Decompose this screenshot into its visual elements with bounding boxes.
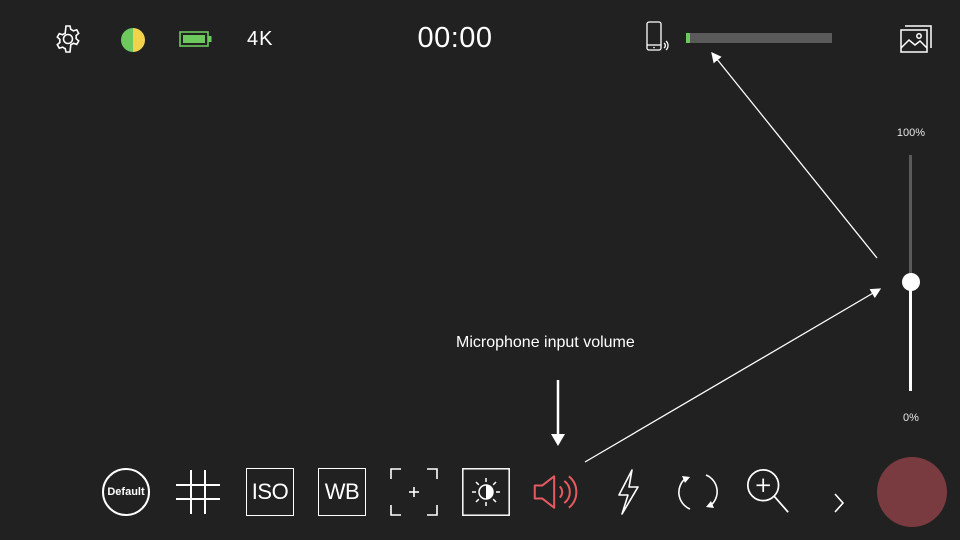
grid-icon <box>176 470 220 514</box>
gallery-icon <box>900 25 932 53</box>
recording-timer: 00:00 <box>417 22 493 54</box>
annotation-arrow-to-meter <box>711 51 878 259</box>
switch-camera-icon <box>678 474 718 510</box>
slider-track-empty <box>909 155 912 283</box>
annotation-label: Microphone input volume <box>456 334 635 351</box>
exposure-icon <box>462 468 510 516</box>
default-mode-button[interactable]: Default <box>102 468 150 516</box>
gear-icon <box>56 25 80 53</box>
switch-camera-button[interactable] <box>674 468 722 516</box>
settings-button[interactable] <box>52 23 84 55</box>
white-balance-button[interactable]: WB <box>318 468 366 516</box>
slider-thumb[interactable] <box>902 273 920 292</box>
audio-source-indicator[interactable] <box>645 21 671 55</box>
volume-max-label: 100% <box>896 127 926 139</box>
annotation-arrow-to-slider <box>584 288 882 463</box>
volume-min-label: 0% <box>903 412 919 424</box>
zoom-in-icon <box>746 469 789 513</box>
focus-button[interactable] <box>390 468 438 516</box>
flash-icon <box>618 469 639 515</box>
half-circle-icon <box>121 28 145 52</box>
annotation-arrows <box>551 51 882 463</box>
speaker-volume-icon <box>533 475 578 509</box>
flash-button[interactable] <box>604 468 652 516</box>
focus-frame-icon <box>390 468 438 516</box>
grid-button[interactable] <box>174 468 222 516</box>
gallery-button[interactable] <box>899 21 935 55</box>
zoom-button[interactable] <box>744 468 792 516</box>
battery-indicator <box>179 31 213 47</box>
iso-button[interactable]: ISO <box>246 468 294 516</box>
microphone-volume-button[interactable] <box>532 468 580 516</box>
color-mode-button[interactable] <box>120 27 146 53</box>
annotation-arrowhead-down <box>551 434 565 446</box>
battery-icon <box>179 31 212 47</box>
chevron-right-icon <box>834 493 845 513</box>
exposure-button[interactable] <box>462 468 510 516</box>
phone-audio-icon <box>646 21 669 51</box>
record-button[interactable] <box>877 457 947 527</box>
more-tools-button[interactable] <box>832 492 846 514</box>
audio-level-meter <box>686 33 832 43</box>
resolution-label[interactable]: 4K <box>247 28 273 51</box>
audio-level-fill <box>686 33 691 43</box>
